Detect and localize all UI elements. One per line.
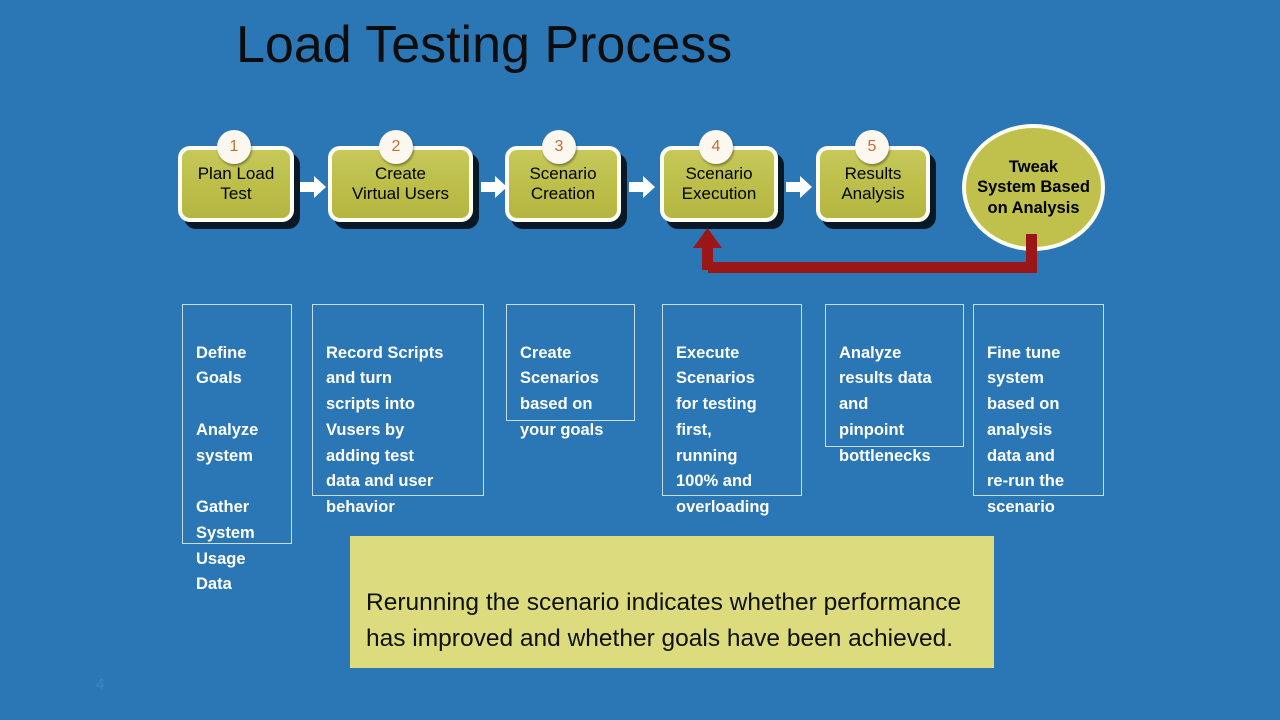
flow-arrow-icon-2 — [481, 176, 507, 198]
process-step-5-label: Results Analysis — [841, 163, 905, 203]
description-box-3-text: Create Scenarios based on your goals — [520, 343, 604, 439]
description-box-1: Define Goals Analyze system Gather Syste… — [182, 304, 292, 593]
description-box-6-text: Fine tune system based on analysis data … — [987, 343, 1065, 517]
page-title: Load Testing Process — [236, 16, 733, 74]
process-step-1-label: Plan Load Test — [197, 163, 275, 203]
description-box-3: Create Scenarios based on your goals — [506, 304, 635, 439]
flow-arrow-icon-3 — [629, 176, 655, 198]
step-number-badge-1: 1 — [217, 130, 251, 164]
callout-text: Rerunning the scenario indicates whether… — [366, 589, 962, 652]
description-box-1-text: Define Goals Analyze system Gather Syste… — [196, 343, 259, 594]
step-number-badge-4: 4 — [699, 130, 733, 164]
description-box-5: Analyze results data and pinpoint bottle… — [825, 304, 964, 465]
step-number-badge-5: 5 — [855, 130, 889, 164]
step-number-badge-2: 2 — [379, 130, 413, 164]
description-box-2-text: Record Scripts and turn scripts into Vus… — [326, 343, 444, 517]
page-number: 4 — [96, 676, 105, 693]
flow-arrow-icon-1 — [300, 176, 326, 198]
process-step-3-label: Scenario Creation — [529, 163, 597, 203]
callout-box: Rerunning the scenario indicates whether… — [350, 536, 994, 668]
process-step-2-label: Create Virtual Users — [352, 163, 449, 203]
description-box-5-text: Analyze results data and pinpoint bottle… — [839, 343, 932, 465]
flow-arrow-icon-4 — [786, 176, 812, 198]
description-box-4: Execute Scenarios for testing first, run… — [662, 304, 802, 516]
step-number-badge-3: 3 — [542, 130, 576, 164]
feedback-loop-arrow-icon — [693, 228, 1037, 273]
description-box-6: Fine tune system based on analysis data … — [973, 304, 1104, 516]
slide-canvas: Load Testing Process Plan Load Test 1 Cr… — [0, 0, 1280, 720]
description-box-2: Record Scripts and turn scripts into Vus… — [312, 304, 484, 516]
final-step-label: Tweak System Based on Analysis — [977, 158, 1090, 217]
description-box-4-text: Execute Scenarios for testing first, run… — [676, 343, 770, 517]
process-step-4-label: Scenario Execution — [681, 163, 757, 203]
